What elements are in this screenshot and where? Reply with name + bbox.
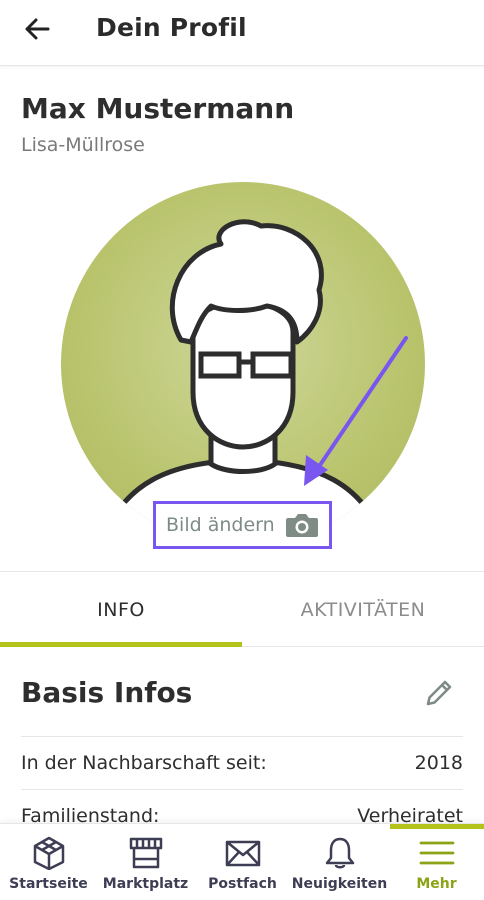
nav-item-marktplatz[interactable]: Marktplatz <box>97 824 194 900</box>
arrow-left-icon <box>25 18 50 40</box>
avatar[interactable] <box>61 182 425 546</box>
tab-active-indicator <box>0 642 242 647</box>
nav-label: Startseite <box>9 876 88 892</box>
tab-activities[interactable]: AKTIVITÄTEN <box>242 572 484 648</box>
nav-label: Postfach <box>208 876 277 892</box>
nav-label: Mehr <box>416 876 457 892</box>
market-stall-icon <box>129 837 162 869</box>
pencil-icon <box>426 680 452 706</box>
edit-button[interactable] <box>422 676 456 710</box>
nav-item-startseite[interactable]: Startseite <box>0 824 97 900</box>
mail-icon <box>225 840 260 867</box>
bell-icon <box>325 837 354 869</box>
section-title: Basis Infos <box>21 676 193 709</box>
page-title: Dein Profil <box>96 13 247 42</box>
nav-label: Marktplatz <box>102 876 189 892</box>
nav-item-mehr[interactable]: Mehr <box>388 824 484 900</box>
info-row-value: 2018 <box>414 751 463 774</box>
change-photo-button[interactable]: Bild ändern <box>153 501 332 549</box>
app-bar: Dein Profil <box>0 0 484 66</box>
camera-icon <box>285 512 319 538</box>
nav-item-neuigkeiten[interactable]: Neuigkeiten <box>291 824 388 900</box>
tab-info[interactable]: INFO <box>0 572 242 648</box>
nav-item-postfach[interactable]: Postfach <box>194 824 291 900</box>
avatar-illustration <box>98 219 388 546</box>
profile-name: Max Mustermann <box>21 92 295 125</box>
home-icon <box>33 836 64 870</box>
nav-label: Neuigkeiten <box>291 876 388 892</box>
profile-place: Lisa-Müllrose <box>21 134 145 156</box>
menu-icon <box>419 841 454 865</box>
change-photo-label: Bild ändern <box>166 514 275 536</box>
info-row-label: In der Nachbarschaft seit: <box>21 751 267 774</box>
info-row: In der Nachbarschaft seit: 2018 <box>21 736 463 788</box>
bottom-navigation: Startseite Marktplatz Postfach Neuigkeit… <box>0 823 484 900</box>
profile-tabs: INFO AKTIVITÄTEN <box>0 571 484 647</box>
back-button[interactable] <box>20 12 54 46</box>
